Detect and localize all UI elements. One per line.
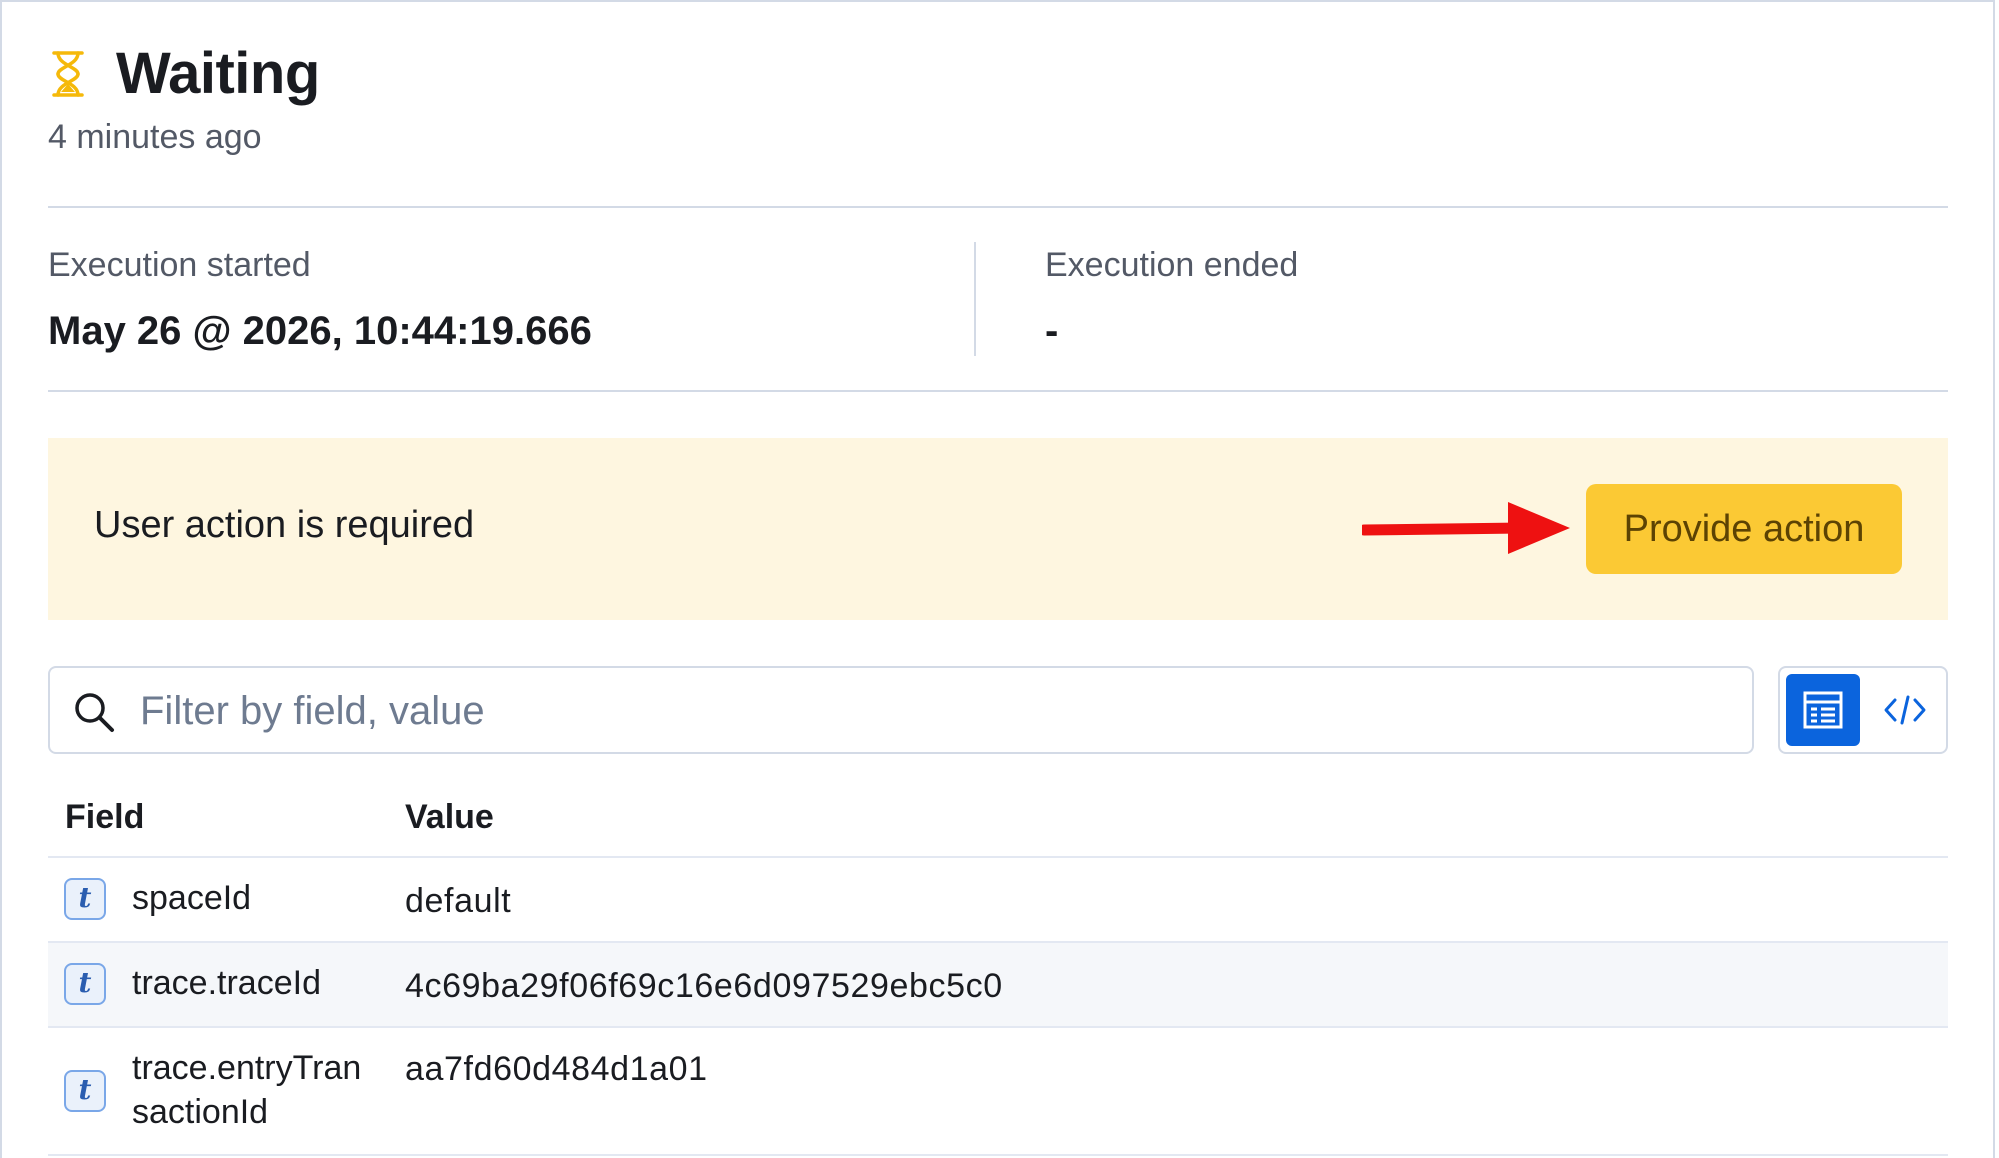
field-value: 4c69ba29f06f69c16e6d097529ebc5c0 [405,967,1003,1005]
text-type-icon: t [64,1070,106,1112]
execution-ended-label: Execution ended [1045,246,1299,284]
table-row: t trace.entryTransactionId aa7fd60d484d1… [48,1028,1948,1156]
execution-started: Execution started May 26 @ 2026, 10:44:1… [48,246,592,354]
column-header-value[interactable]: Value [405,798,494,837]
arrow-right-icon [1362,502,1570,554]
field-name: trace.traceId [132,964,321,1002]
status-title: Waiting [116,41,320,106]
status-header: Waiting [48,40,320,107]
execution-started-value: May 26 @ 2026, 10:44:19.666 [48,309,592,353]
vertical-divider [974,242,976,356]
field-value: default [405,882,512,920]
json-view-toggle[interactable] [1870,674,1940,746]
field-value: aa7fd60d484d1a01 [405,1050,708,1088]
field-name: spaceId [132,879,252,917]
column-header-field[interactable]: Field [65,798,144,837]
execution-started-label: Execution started [48,246,311,284]
table-row: t spaceId default [48,858,1948,943]
text-type-icon: t [64,878,106,920]
provide-action-button[interactable]: Provide action [1586,484,1902,574]
divider [48,390,1948,392]
execution-ended: Execution ended - [1045,246,1298,354]
user-action-callout: User action is required Provide action [48,438,1948,620]
status-timestamp: 4 minutes ago [48,118,262,156]
search-icon [75,693,114,732]
table-row: t trace.traceId 4c69ba29f06f69c16e6d0975… [48,943,1948,1028]
search-input[interactable] [138,678,1732,744]
table-icon [1803,691,1843,729]
code-icon [1884,695,1926,725]
divider [48,206,1948,208]
hourglass-icon [52,50,84,97]
callout-message: User action is required [94,504,475,546]
text-type-icon: t [64,963,106,1005]
view-toggle-group [1778,666,1948,754]
field-name: trace.entryTransactionId [132,1049,362,1131]
table-view-toggle[interactable] [1786,674,1860,746]
execution-ended-value: - [1045,309,1059,353]
search-field[interactable] [48,666,1754,754]
